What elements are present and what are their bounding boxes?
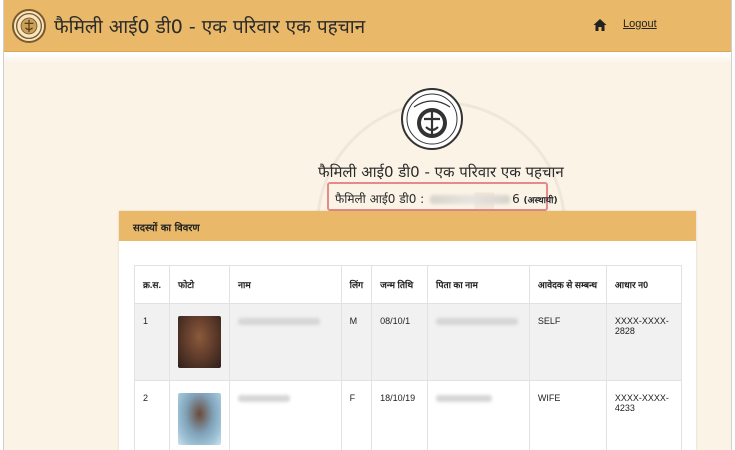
member-photo	[178, 316, 221, 368]
home-icon[interactable]	[592, 17, 608, 33]
column-header: लिंग	[340, 265, 373, 304]
app-title: फैमिली आई0 डी0 - एक परिवार एक पहचान	[54, 16, 366, 38]
family-id-redacted	[430, 195, 511, 204]
table-header-row: क्र.स. फोटो नाम लिंग जन्म तिथि पिता का न…	[134, 265, 683, 304]
aadhaar-cell: XXXX-XXXX-4233	[605, 380, 683, 450]
photo-cell	[169, 380, 230, 450]
column-header: आवेदक से सम्बन्ध	[528, 265, 607, 304]
family-id-status: (अस्थायी)	[523, 196, 558, 206]
redacted-name	[238, 395, 290, 403]
logout-link[interactable]: Logout	[623, 18, 657, 30]
gender-cell: F	[340, 380, 373, 450]
app-window: फैमिली आई0 डी0 - एक परिवार एक पहचान Logo…	[3, 0, 732, 450]
gender-cell: M	[340, 303, 373, 381]
family-id-line: फैमिली आई0 डी0 : 6 (अस्थायी)	[335, 190, 558, 207]
column-header: क्र.स.	[134, 265, 170, 304]
name-cell	[229, 380, 342, 450]
column-header: फोटो	[169, 265, 230, 304]
members-panel: सदस्यों का विवरण क्र.स. फोटो नाम लिंग जन…	[119, 211, 696, 450]
dob-cell: 18/10/19	[371, 380, 428, 450]
emblem-logo-icon	[12, 9, 46, 43]
name-cell	[229, 303, 342, 381]
top-header: फैमिली आई0 डी0 - एक परिवार एक पहचान Logo…	[4, 0, 731, 52]
serial-cell: 2	[134, 380, 170, 450]
members-table: क्र.स. फोटो नाम लिंग जन्म तिथि पिता का न…	[134, 265, 683, 450]
redacted-father-name	[436, 395, 492, 403]
family-id-label: फैमिली आई0 डी0 :	[335, 192, 425, 206]
member-photo	[178, 393, 221, 445]
relation-cell: WIFE	[528, 380, 607, 450]
column-header: जन्म तिथि	[371, 265, 428, 304]
redacted-name	[238, 318, 320, 326]
column-header: पिता का नाम	[427, 265, 530, 304]
father-name-cell	[427, 380, 530, 450]
column-header: आधार न0	[605, 265, 683, 304]
aadhaar-cell: XXXX-XXXX-2828	[605, 303, 683, 381]
father-name-cell	[427, 303, 530, 381]
table-row: 2 F 18/10/19 WIFE XXXX-XXXX-4233	[134, 380, 683, 450]
page-title: फैमिली आई0 डी0 - एक परिवार एक पहचान	[318, 163, 564, 181]
redacted-father-name	[436, 318, 518, 326]
members-panel-header: सदस्यों का विवरण	[119, 211, 696, 241]
main-content: sd फैमिली आई0 डी0 - एक परिवार एक पहचान फ…	[4, 53, 731, 450]
column-header: नाम	[229, 265, 342, 304]
family-id-suffix: 6	[512, 192, 520, 206]
photo-cell	[169, 303, 230, 381]
table-row: 1 M 08/10/1 SELF XXXX-XXXX-2828	[134, 303, 683, 381]
serial-cell: 1	[134, 303, 170, 381]
relation-cell: SELF	[528, 303, 607, 381]
members-panel-title: सदस्यों का विवरण	[133, 223, 200, 234]
dob-cell: 08/10/1	[371, 303, 428, 381]
state-emblem-icon	[400, 87, 464, 151]
